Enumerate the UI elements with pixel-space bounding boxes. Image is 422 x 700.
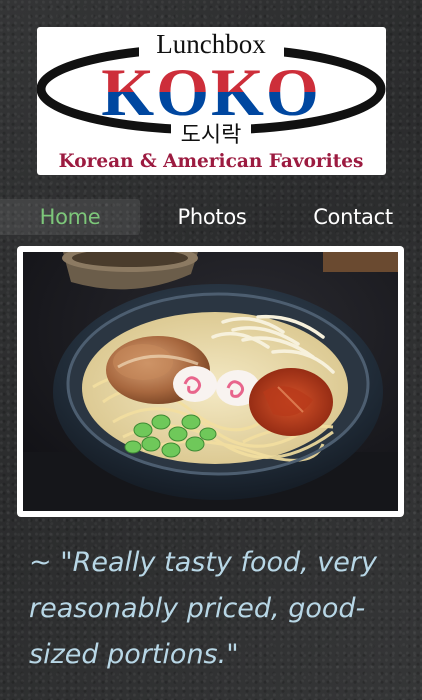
site-logo[interactable]: Lunchbox KOKO 도시락 Korean & American Favo… xyxy=(37,27,386,175)
nav-item-photos[interactable]: Photos xyxy=(140,199,284,235)
logo-graphic: Lunchbox KOKO 도시락 Korean & American Favo… xyxy=(37,29,386,172)
ramen-bowl-photo xyxy=(23,252,398,511)
nav-item-contact[interactable]: Contact xyxy=(284,199,422,235)
logo-brand: KOKO xyxy=(101,54,321,130)
testimonial-quote: ~ "Really tasty food, very reasonably pr… xyxy=(29,547,377,670)
nav-item-home[interactable]: Home xyxy=(0,199,140,235)
main-nav: Home Photos Contact xyxy=(0,199,422,235)
logo-hangul: 도시락 xyxy=(181,123,242,148)
hero-image-frame xyxy=(17,246,404,517)
logo-tagline: Korean & American Favorites xyxy=(59,151,364,172)
